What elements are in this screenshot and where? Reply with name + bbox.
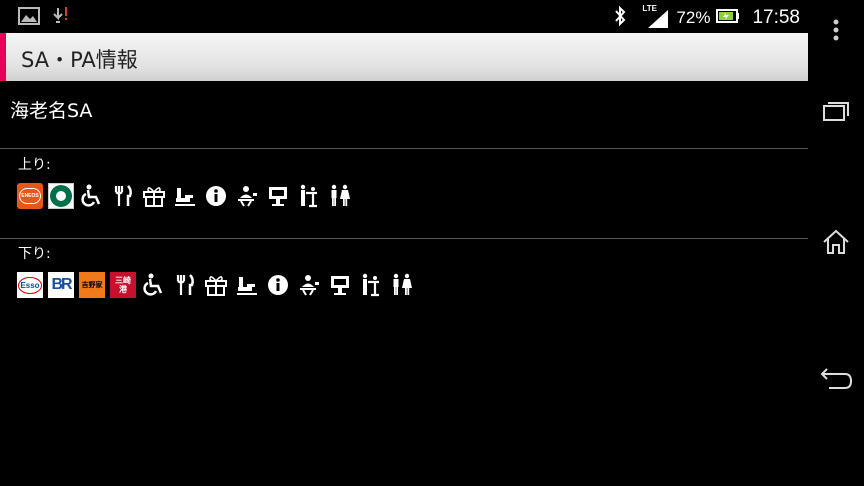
battery-percent: 72%	[676, 8, 711, 27]
bluetooth-icon	[612, 5, 628, 31]
battery-icon	[716, 7, 740, 29]
highway-info-terminal-icon	[327, 272, 353, 298]
baskin-robbins-logo: BR	[48, 272, 74, 298]
gallery-icon	[18, 6, 40, 30]
baby-room-icon	[296, 183, 322, 209]
esso-logo-label: Esso	[18, 276, 42, 294]
baby-room-icon	[358, 272, 384, 298]
restaurant-icon	[172, 272, 198, 298]
overflow-menu-button[interactable]	[808, 10, 864, 50]
clock: 17:58	[752, 7, 800, 28]
divider	[0, 238, 808, 239]
information-icon	[265, 272, 291, 298]
service-area-name: 海老名SA	[10, 100, 93, 122]
misakiko-logo-label: 三崎港	[115, 276, 131, 294]
direction-label-down: 下り:	[18, 246, 51, 262]
starbucks-logo	[48, 183, 74, 209]
concierge-icon	[234, 183, 260, 209]
snack-corner-icon	[234, 272, 260, 298]
recent-apps-icon	[823, 102, 849, 121]
gift-shop-icon	[141, 183, 167, 209]
divider	[0, 148, 808, 149]
baskin-robbins-logo-label: BR	[51, 276, 72, 293]
status-bar: LTE 72% 17:58	[0, 0, 808, 33]
signal-icon: LTE	[642, 4, 670, 29]
misakiko-logo: 三崎港	[110, 272, 136, 298]
gift-shop-icon	[203, 272, 229, 298]
page-title: SA・PA情報	[21, 48, 138, 72]
back-button[interactable]	[808, 358, 864, 398]
action-bar: SA・PA情報	[0, 33, 808, 81]
eneos-logo-label: ENEOS	[19, 188, 41, 204]
overflow-menu-icon	[833, 19, 839, 41]
snack-corner-icon	[172, 183, 198, 209]
highway-info-terminal-icon	[265, 183, 291, 209]
wheelchair-icon	[79, 183, 105, 209]
back-icon	[820, 368, 853, 389]
eneos-logo: ENEOS	[17, 183, 43, 209]
download-alert-icon	[52, 6, 70, 30]
yoshinoya-logo: 吉野家	[79, 272, 105, 298]
esso-logo: Esso	[17, 272, 43, 298]
home-button[interactable]	[808, 222, 864, 262]
action-bar-accent	[0, 33, 6, 81]
direction-label-up: 上り:	[18, 157, 51, 173]
recent-apps-button[interactable]	[808, 92, 864, 132]
restroom-icon	[389, 272, 415, 298]
facilities-down: Esso BR 吉野家 三崎港	[17, 272, 415, 298]
restroom-icon	[327, 183, 353, 209]
navigation-bar	[808, 0, 864, 486]
yoshinoya-logo-label: 吉野家	[81, 281, 103, 289]
home-icon	[823, 229, 849, 254]
information-icon	[203, 183, 229, 209]
wheelchair-icon	[141, 272, 167, 298]
concierge-icon	[296, 272, 322, 298]
facilities-up: ENEOS	[17, 183, 353, 209]
restaurant-icon	[110, 183, 136, 209]
